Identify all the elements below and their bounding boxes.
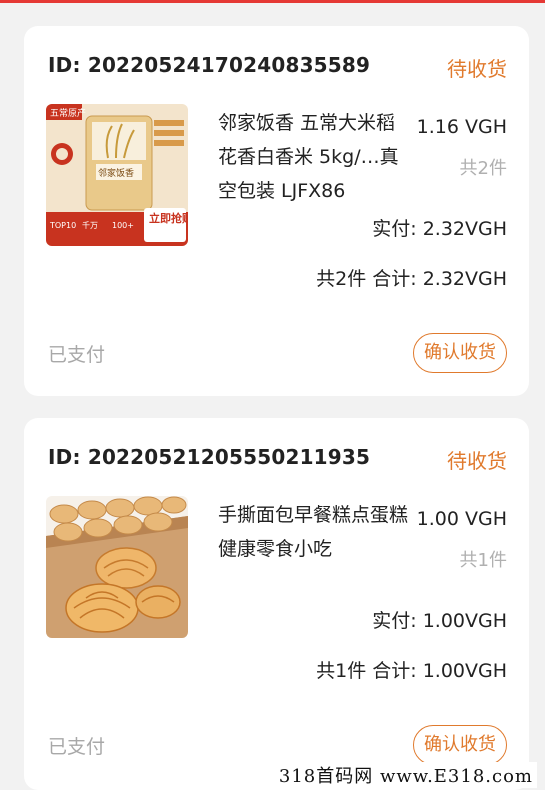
product-name[interactable]: 邻家饭香 五常大米稻花香白香米 5kg/…真空包装 LJFX86 bbox=[218, 106, 414, 208]
total-label: 共1件 合计: bbox=[316, 660, 417, 682]
thumb-ribbon-text: 五常原产 bbox=[50, 107, 86, 119]
total-value: 2.32VGH bbox=[422, 268, 507, 290]
total-value: 1.00VGH bbox=[422, 660, 507, 682]
order-id: ID: 2022052417024083558​9 bbox=[48, 53, 370, 77]
product-thumbnail-rice[interactable]: 五常原产 邻家饭香 立即抢购 TOP10 千万 100+ bbox=[46, 104, 188, 246]
bag-label-text: 邻家饭香 bbox=[98, 167, 134, 179]
order-card[interactable]: ID: 2022052417024083558​9 待收货 五常原产 邻家饭香 … bbox=[24, 26, 529, 396]
paid-label: 实付: bbox=[372, 610, 417, 632]
product-thumbnail-bread[interactable] bbox=[46, 496, 188, 638]
thumb-badge-100: 100+ bbox=[112, 221, 134, 230]
paid-value: 2.32VGH bbox=[422, 218, 507, 240]
paid-amount-row: 实付: 2.32VGH bbox=[372, 214, 507, 241]
confirm-receipt-button[interactable]: 确认收货 bbox=[413, 333, 507, 373]
paid-value: 1.00VGH bbox=[422, 610, 507, 632]
thumb-badge-qianwan: 千万 bbox=[82, 220, 98, 230]
paid-label: 实付: bbox=[372, 218, 417, 240]
confirm-receipt-button[interactable]: 确认收货 bbox=[413, 725, 507, 765]
unit-price: 1.00 VGH bbox=[416, 508, 507, 530]
total-label: 共2件 合计: bbox=[316, 268, 417, 290]
paid-amount-row: 实付: 1.00VGH bbox=[372, 606, 507, 633]
payment-status: 已支付 bbox=[48, 344, 106, 366]
payment-status: 已支付 bbox=[48, 736, 106, 758]
order-id-value: 2022052417024083558​9 bbox=[87, 53, 371, 77]
unit-price: 1.16 VGH bbox=[416, 116, 507, 138]
site-watermark: 318首码网 www.E318.com bbox=[274, 762, 537, 788]
rice-bag-image: 五常原产 邻家饭香 立即抢购 TOP10 千万 100+ bbox=[46, 104, 188, 246]
order-id-label: ID: bbox=[48, 53, 81, 77]
order-id-value: 20220521205550211935 bbox=[87, 445, 371, 469]
order-card[interactable]: ID: 20220521205550211935 待收货 手撕面包早餐糕点蛋糕健… bbox=[24, 418, 529, 790]
order-status: 待收货 bbox=[447, 449, 507, 473]
order-status: 待收货 bbox=[447, 57, 507, 81]
top-accent-bar bbox=[0, 0, 545, 3]
item-quantity: 共1件 bbox=[459, 550, 507, 571]
product-name[interactable]: 手撕面包早餐糕点蛋糕健康零食小吃 bbox=[218, 498, 414, 566]
thumb-badge-top10: TOP10 bbox=[49, 221, 76, 230]
order-id-label: ID: bbox=[48, 445, 81, 469]
total-row: 共2件 合计: 2.32VGH bbox=[316, 264, 507, 291]
order-id: ID: 20220521205550211935 bbox=[48, 445, 370, 469]
item-quantity: 共2件 bbox=[459, 158, 507, 179]
thumb-cta-text: 立即抢购 bbox=[149, 211, 188, 225]
bread-image bbox=[46, 496, 188, 638]
total-row: 共1件 合计: 1.00VGH bbox=[316, 656, 507, 683]
